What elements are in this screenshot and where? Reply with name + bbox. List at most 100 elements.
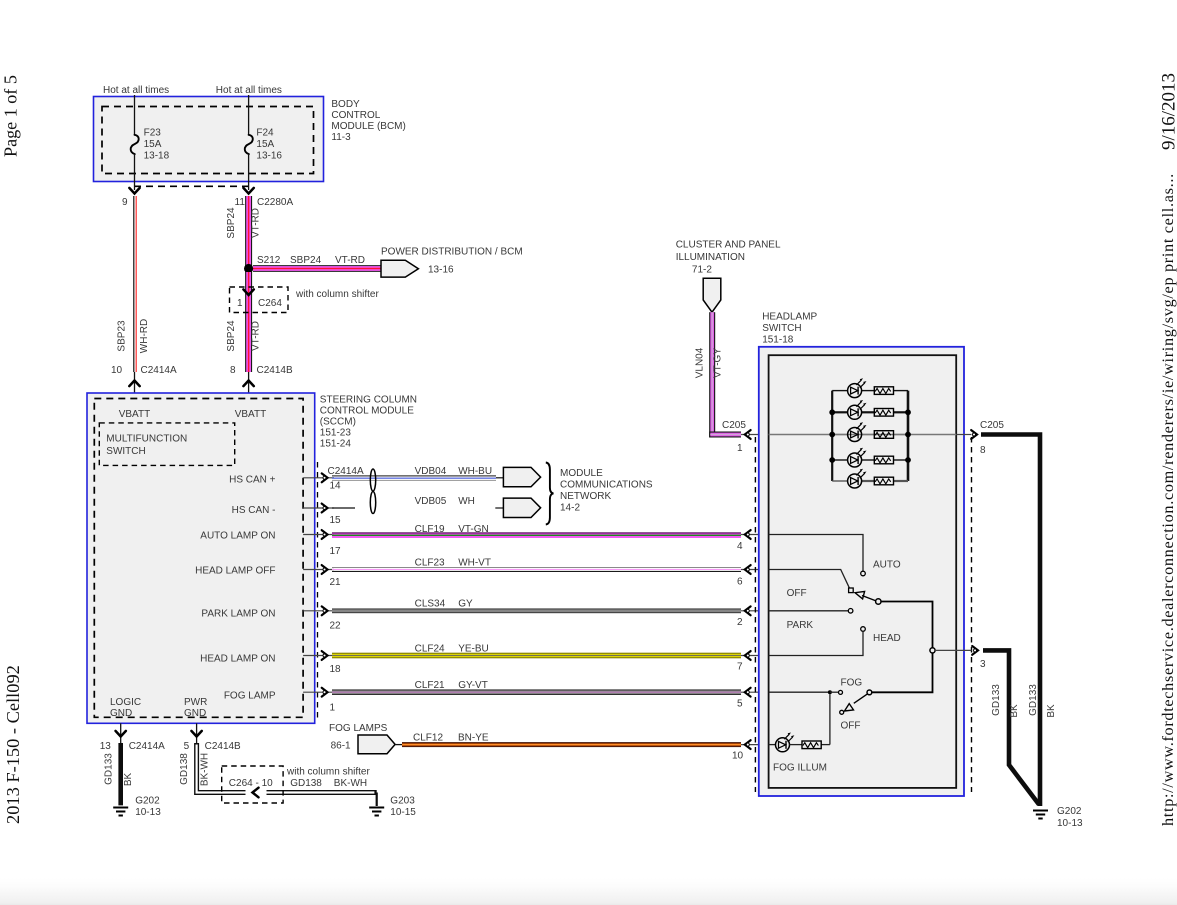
svg-text:8: 8: [980, 445, 986, 456]
svg-text:FOG: FOG: [841, 678, 863, 689]
svg-text:SBP23: SBP23: [117, 320, 128, 352]
svg-text:BN-YE: BN-YE: [458, 733, 489, 744]
svg-text:GD133: GD133: [104, 753, 115, 785]
svg-text:9: 9: [122, 197, 128, 208]
svg-text:GND: GND: [110, 708, 132, 719]
svg-text:BODY: BODY: [331, 99, 360, 110]
svg-text:SWITCH: SWITCH: [762, 323, 801, 334]
svg-text:14-2: 14-2: [560, 503, 580, 514]
svg-text:BK: BK: [123, 773, 134, 787]
svg-text:BK: BK: [1046, 704, 1057, 718]
svg-text:BK-WH: BK-WH: [334, 778, 367, 789]
svg-text:CLF23: CLF23: [415, 558, 445, 569]
svg-text:S212: S212: [257, 255, 281, 266]
svg-text:10: 10: [111, 365, 123, 376]
svg-text:CONTROL: CONTROL: [331, 110, 380, 121]
svg-text:VBATT: VBATT: [235, 409, 266, 420]
svg-text:COMMUNICATIONS: COMMUNICATIONS: [560, 480, 653, 491]
svg-text:OFF: OFF: [841, 721, 861, 732]
svg-text:151-23: 151-23: [320, 428, 352, 439]
svg-text:SBP24: SBP24: [226, 207, 237, 239]
svg-text:18: 18: [330, 664, 342, 675]
svg-text:10-13: 10-13: [135, 807, 161, 818]
svg-text:AUTO LAMP ON: AUTO LAMP ON: [200, 531, 275, 542]
svg-text:PARK: PARK: [787, 620, 814, 631]
svg-text:10-15: 10-15: [390, 807, 416, 818]
svg-text:PWR: PWR: [184, 697, 207, 708]
svg-text:WH: WH: [458, 496, 475, 507]
svg-text:15A: 15A: [144, 139, 162, 150]
svg-text:VBATT: VBATT: [119, 409, 150, 420]
svg-text:CLF12: CLF12: [413, 733, 443, 744]
svg-text:22: 22: [330, 621, 342, 632]
svg-text:G202: G202: [1057, 806, 1082, 817]
svg-text:HEAD: HEAD: [873, 633, 901, 644]
svg-text:BK-WH: BK-WH: [200, 753, 211, 786]
svg-text:CONTROL MODULE: CONTROL MODULE: [320, 406, 414, 417]
svg-text:STEERING COLUMN: STEERING COLUMN: [320, 395, 417, 406]
svg-text:HS CAN +: HS CAN +: [229, 475, 276, 486]
svg-text:OFF: OFF: [787, 588, 807, 599]
svg-text:C2414A: C2414A: [141, 365, 177, 376]
svg-text:WH-BU: WH-BU: [458, 466, 492, 477]
svg-text:FOG LAMPS: FOG LAMPS: [329, 723, 388, 734]
svg-text:GD133: GD133: [1028, 684, 1039, 716]
svg-text:6: 6: [737, 577, 743, 588]
svg-text:14: 14: [330, 481, 342, 492]
svg-text:POWER DISTRIBUTION / BCM: POWER DISTRIBUTION / BCM: [381, 247, 523, 258]
svg-text:VT-RD: VT-RD: [251, 321, 262, 351]
svg-text:LOGIC: LOGIC: [110, 697, 141, 708]
svg-text:GY-VT: GY-VT: [458, 680, 488, 691]
svg-text:13-16: 13-16: [428, 265, 454, 276]
svg-text:15: 15: [330, 515, 342, 526]
svg-text:VT-GY: VT-GY: [713, 348, 724, 378]
svg-text:HEADLAMP: HEADLAMP: [762, 312, 817, 323]
svg-text:11: 11: [235, 197, 246, 208]
svg-text:CLF19: CLF19: [415, 524, 445, 535]
svg-text:GY: GY: [458, 599, 473, 610]
svg-text:GD133: GD133: [991, 684, 1002, 716]
svg-text:C2414B: C2414B: [205, 741, 241, 752]
svg-text:1: 1: [737, 443, 743, 454]
svg-text:10: 10: [732, 751, 744, 762]
svg-text:1: 1: [237, 298, 243, 309]
svg-text:13: 13: [100, 741, 112, 752]
svg-text:15A: 15A: [256, 139, 274, 150]
svg-text:http://www.fordtechservice.dea: http://www.fordtechservice.dealerconnect…: [1159, 173, 1177, 826]
svg-text:VT-RD: VT-RD: [251, 208, 262, 238]
svg-text:ILLUMINATION: ILLUMINATION: [676, 252, 745, 263]
svg-text:1: 1: [330, 703, 336, 714]
svg-text:Hot at all times: Hot at all times: [216, 85, 282, 96]
svg-text:5: 5: [184, 741, 190, 752]
svg-text:CLF24: CLF24: [415, 644, 445, 655]
svg-text:2013 F-150 - Cell092: 2013 F-150 - Cell092: [3, 665, 23, 824]
svg-text:VT-GN: VT-GN: [458, 524, 489, 535]
svg-text:AUTO: AUTO: [873, 560, 901, 571]
svg-text:3: 3: [980, 659, 986, 670]
svg-text:13-16: 13-16: [256, 151, 282, 162]
svg-text:151-24: 151-24: [320, 439, 352, 450]
svg-text:21: 21: [330, 577, 342, 588]
svg-text:WH-RD: WH-RD: [139, 319, 150, 353]
svg-text:MULTIFUNCTION: MULTIFUNCTION: [106, 434, 187, 445]
svg-text:HEAD LAMP OFF: HEAD LAMP OFF: [195, 566, 275, 577]
svg-text:8: 8: [230, 365, 236, 376]
svg-text:C2414A: C2414A: [328, 466, 364, 477]
svg-text:with column shifter: with column shifter: [295, 289, 379, 300]
svg-text:C2280A: C2280A: [257, 197, 293, 208]
svg-text:17: 17: [330, 546, 342, 557]
svg-text:86-1: 86-1: [331, 741, 351, 752]
svg-text:VDB05: VDB05: [415, 496, 447, 507]
svg-text:SWITCH: SWITCH: [106, 446, 145, 457]
svg-text:CLUSTER AND PANEL: CLUSTER AND PANEL: [676, 240, 781, 251]
svg-text:VDB04: VDB04: [415, 466, 447, 477]
svg-text:GD138: GD138: [179, 753, 190, 785]
svg-text:SBP24: SBP24: [290, 255, 322, 266]
svg-text:VT-RD: VT-RD: [335, 255, 365, 266]
svg-text:Hot at all times: Hot at all times: [103, 85, 169, 96]
svg-text:BK: BK: [1009, 704, 1020, 718]
svg-text:9/16/2013: 9/16/2013: [1159, 73, 1177, 150]
svg-text:Page 1 of 5: Page 1 of 5: [1, 75, 21, 157]
svg-text:F23: F23: [144, 128, 162, 139]
svg-text:FOG LAMP: FOG LAMP: [224, 691, 276, 702]
